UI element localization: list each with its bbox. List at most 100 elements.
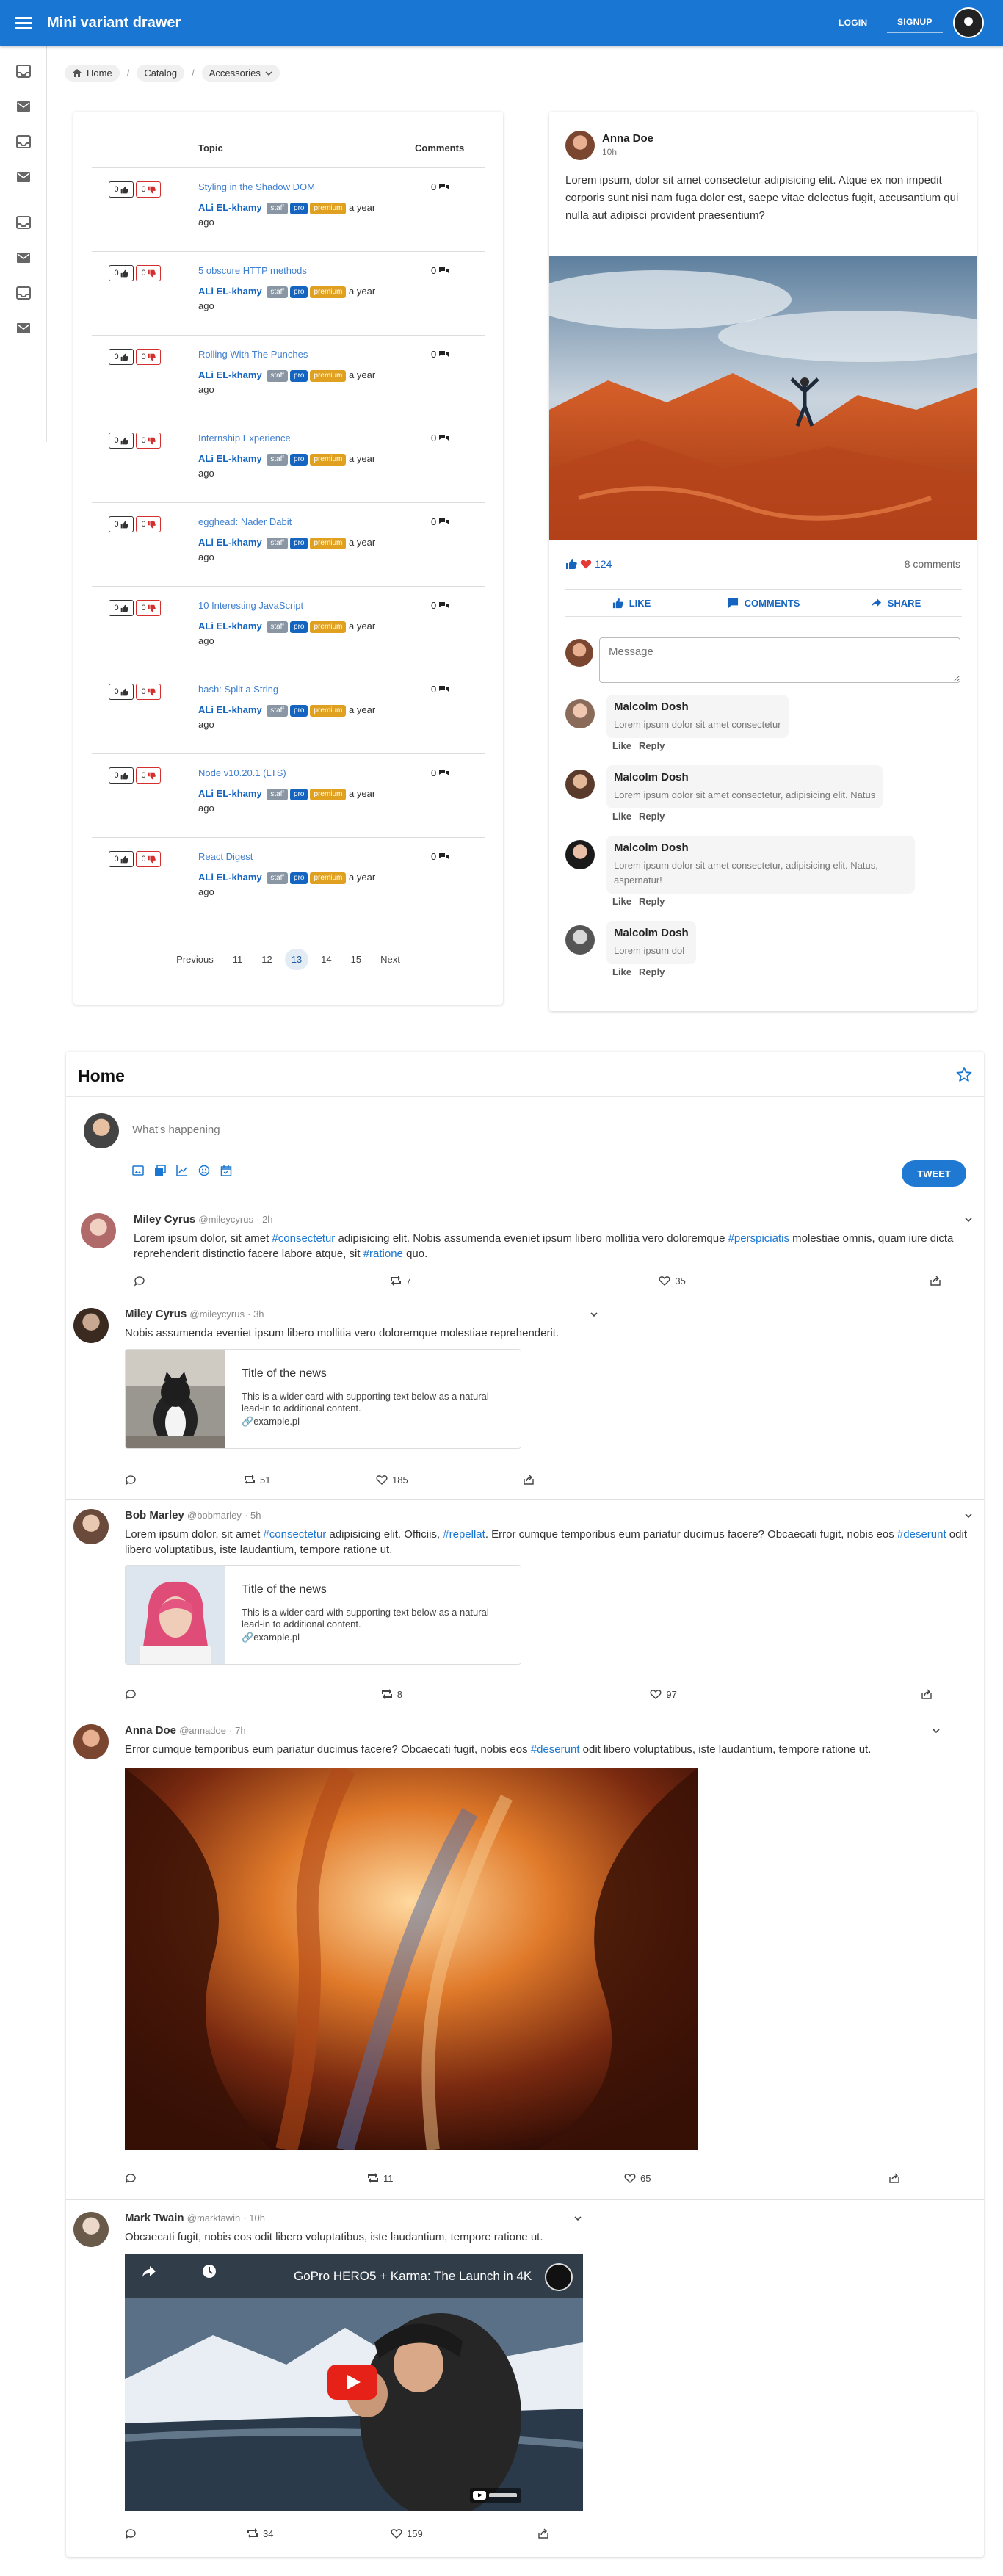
message-input[interactable] [599,637,960,683]
upvote-button[interactable]: 0 [109,433,134,449]
author-name[interactable]: ALi EL-khamy [198,202,262,213]
tweet-image[interactable] [125,1768,698,2150]
retweet-button[interactable]: 34 [247,2528,391,2539]
downvote-button[interactable]: 0 [136,767,161,784]
upvote-button[interactable]: 0 [109,265,134,281]
login-button[interactable]: LOGIN [828,12,878,33]
avatar[interactable] [565,770,595,799]
avatar[interactable] [73,1308,109,1343]
tweet-author[interactable]: Miley Cyrus [134,1213,195,1226]
breadcrumb-accessories[interactable]: Accessories [201,65,280,82]
pagination-page[interactable]: 15 [344,949,368,970]
topic-comment-count[interactable]: 0 [431,684,449,695]
hashtag[interactable]: #perspiciatis [728,1232,789,1245]
mail-icon[interactable] [16,170,31,184]
share-button[interactable] [930,1275,941,1287]
author-name[interactable]: ALi EL-khamy [198,537,262,548]
author-name[interactable]: ALi EL-khamy [198,453,262,464]
pagination-next[interactable]: Next [374,949,407,970]
hashtag[interactable]: #deserunt [897,1528,946,1541]
pagination-page-active[interactable]: 13 [284,949,309,970]
breadcrumb-catalog[interactable]: Catalog [137,65,185,82]
comment-reply-link[interactable]: Reply [639,811,665,822]
chevron-down-icon[interactable] [931,1726,941,1736]
share-button[interactable] [537,2528,549,2539]
avatar[interactable] [73,1724,109,1759]
topic-comment-count[interactable]: 0 [431,851,449,862]
comment-count[interactable]: 8 comments [905,558,960,570]
upvote-button[interactable]: 0 [109,767,134,784]
downvote-button[interactable]: 0 [136,684,161,700]
downvote-button[interactable]: 0 [136,433,161,449]
upvote-button[interactable]: 0 [109,349,134,365]
tweet-button[interactable]: TWEET [902,1160,966,1187]
share-arrow-icon[interactable] [141,2263,157,2279]
upvote-button[interactable]: 0 [109,851,134,867]
mail-icon[interactable] [16,322,31,335]
avatar[interactable] [73,2212,109,2247]
comment-like-link[interactable]: Like [612,811,631,822]
reply-button[interactable] [125,2172,367,2184]
comment-author[interactable]: Malcolm Dosh [614,771,875,784]
upvote-button[interactable]: 0 [109,600,134,616]
retweet-button[interactable]: 51 [244,1474,376,1486]
reply-button[interactable] [125,2528,247,2539]
avatar[interactable] [565,699,595,728]
comment-author[interactable]: Malcolm Dosh [614,927,689,939]
author-name[interactable]: ALi EL-khamy [198,788,262,799]
comment-reply-link[interactable]: Reply [639,966,665,977]
hashtag[interactable]: #repellat [443,1528,485,1541]
share-button[interactable] [888,2172,900,2184]
inbox-icon[interactable] [16,216,31,229]
comment-author[interactable]: Malcolm Dosh [614,842,908,854]
emoji-icon[interactable] [198,1165,210,1176]
mail-icon[interactable] [16,100,31,113]
downvote-button[interactable]: 0 [136,600,161,616]
comment-like-link[interactable]: Like [612,896,631,907]
topic-link[interactable]: Internship Experience [198,433,291,444]
topic-comment-count[interactable]: 0 [431,600,449,611]
news-card[interactable]: Title of the news This is a wider card w… [125,1349,521,1449]
menu-icon[interactable] [15,14,32,32]
signup-button[interactable]: SIGNUP [887,12,943,33]
share-button[interactable]: SHARE [830,590,962,616]
topic-link[interactable]: egghead: Nader Dabit [198,516,292,527]
topic-link[interactable]: 10 Interesting JavaScript [198,600,303,611]
retweet-button[interactable]: 8 [381,1688,651,1700]
tweet-author[interactable]: Anna Doe [125,1724,176,1737]
star-icon[interactable] [956,1066,972,1082]
tweet-author[interactable]: Mark Twain [125,2212,184,2224]
downvote-button[interactable]: 0 [136,851,161,867]
author-name[interactable]: ALi EL-khamy [198,286,262,297]
mail-icon[interactable] [16,251,31,264]
hashtag[interactable]: #ratione [363,1248,403,1260]
gallery-icon[interactable] [154,1165,166,1176]
user-avatar[interactable] [953,7,984,38]
reply-button[interactable] [125,1474,244,1486]
downvote-button[interactable]: 0 [136,265,161,281]
calendar-icon[interactable] [220,1165,232,1176]
youtube-logo[interactable] [470,2488,521,2503]
topic-link[interactable]: bash: Split a String [198,684,278,695]
like-button[interactable]: 65 [624,2172,888,2184]
watch-later-icon[interactable] [201,2263,217,2279]
chevron-down-icon[interactable] [589,1309,599,1320]
topic-link[interactable]: Styling in the Shadow DOM [198,181,315,192]
topic-link[interactable]: 5 obscure HTTP methods [198,265,307,276]
chevron-down-icon[interactable] [963,1215,974,1225]
inbox-icon[interactable] [16,135,31,148]
like-button[interactable]: 97 [650,1688,921,1700]
like-button[interactable]: 185 [376,1474,523,1486]
topic-comment-count[interactable]: 0 [431,349,449,360]
avatar[interactable] [565,840,595,869]
hashtag[interactable]: #deserunt [531,1743,580,1756]
inbox-icon[interactable] [16,286,31,300]
breadcrumb-home[interactable]: Home [65,65,120,82]
topic-link[interactable]: Node v10.20.1 (LTS) [198,767,286,778]
news-card[interactable]: Title of the news This is a wider card w… [125,1565,521,1665]
author-name[interactable]: ALi EL-khamy [198,704,262,715]
retweet-button[interactable]: 7 [390,1275,659,1287]
chevron-down-icon[interactable] [963,1510,974,1521]
play-button[interactable] [327,2365,377,2400]
topic-link[interactable]: Rolling With The Punches [198,349,308,360]
